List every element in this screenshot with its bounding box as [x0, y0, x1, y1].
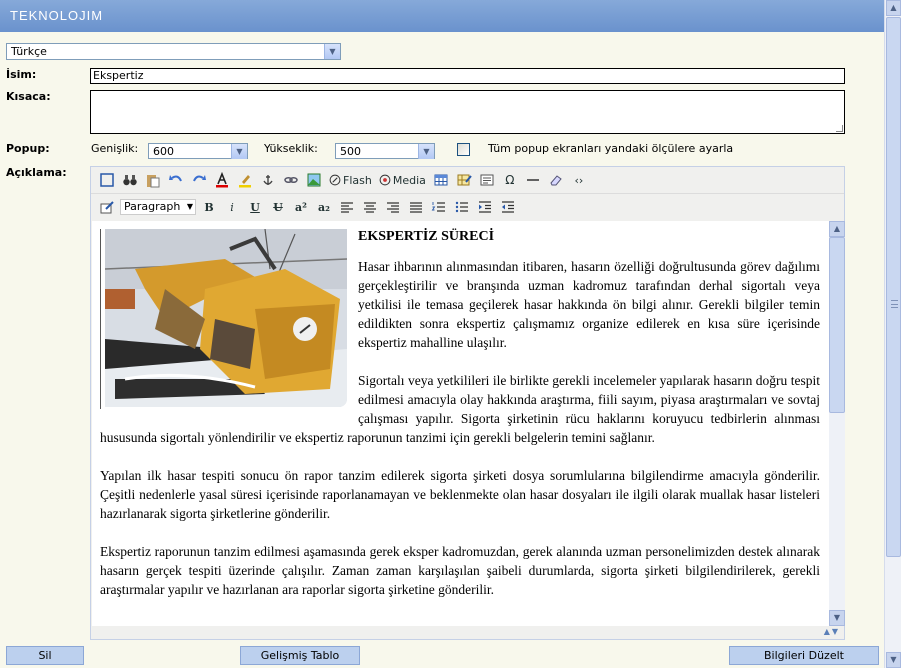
align-left-icon[interactable]	[337, 197, 357, 217]
width-select[interactable]: 600 ▼	[148, 143, 248, 159]
name-label: İsim:	[6, 68, 37, 81]
page-scrollbar[interactable]: ▲ ▼	[884, 0, 901, 668]
rich-text-editor: Flash Media Ω ‹› Paragraph ▼ B i U U a² …	[90, 166, 845, 640]
omega-icon[interactable]: Ω	[500, 170, 520, 190]
update-button[interactable]: Bilgileri Düzelt	[729, 646, 879, 665]
media-button[interactable]: Media	[377, 170, 428, 190]
style-edit-icon[interactable]	[97, 197, 117, 217]
popup-label: Popup:	[6, 142, 50, 155]
select-all-icon[interactable]	[97, 170, 117, 190]
undo-icon[interactable]	[166, 170, 186, 190]
language-select[interactable]: Türkçe ▼	[6, 43, 341, 60]
align-right-icon[interactable]	[383, 197, 403, 217]
resize-handle-icon[interactable]	[836, 125, 843, 132]
height-select[interactable]: 500 ▼	[335, 143, 435, 159]
flash-button[interactable]: Flash	[327, 170, 374, 190]
bullet-list-icon[interactable]	[452, 197, 472, 217]
excavator-photo	[100, 229, 348, 409]
summary-textarea[interactable]	[90, 90, 845, 134]
subscript-button[interactable]: a₂	[314, 197, 334, 217]
chevron-down-icon[interactable]: ▼	[231, 144, 247, 159]
height-value: 500	[340, 145, 361, 158]
summary-label: Kısaca:	[6, 90, 51, 103]
bold-button[interactable]: B	[199, 197, 219, 217]
image-icon[interactable]	[304, 170, 324, 190]
underline-button[interactable]: U	[245, 197, 265, 217]
anchor-icon[interactable]	[258, 170, 278, 190]
scroll-down-icon[interactable]: ▼	[886, 652, 901, 668]
paragraph-format-value: Paragraph	[124, 200, 181, 213]
content-paragraph: Yapılan ilk hasar tespiti sonucu ön rapo…	[100, 468, 820, 521]
ordered-list-icon[interactable]	[429, 197, 449, 217]
delete-button[interactable]: Sil	[6, 646, 84, 665]
chevron-down-icon[interactable]: ▼	[418, 144, 434, 159]
apply-all-label: Tüm popup ekranları yandaki ölçülere aya…	[488, 142, 734, 155]
paragraph-format-select[interactable]: Paragraph ▼	[120, 199, 196, 215]
align-center-icon[interactable]	[360, 197, 380, 217]
superscript-button[interactable]: a²	[291, 197, 311, 217]
description-label: Açıklama:	[6, 166, 67, 179]
strikethrough-button[interactable]: U	[268, 197, 288, 217]
table-icon[interactable]	[431, 170, 451, 190]
table-edit-icon[interactable]	[454, 170, 474, 190]
paste-icon[interactable]	[143, 170, 163, 190]
redo-icon[interactable]	[189, 170, 209, 190]
code-icon[interactable]: ‹›	[569, 170, 589, 190]
template-icon[interactable]	[477, 170, 497, 190]
text-color-icon[interactable]	[212, 170, 232, 190]
scroll-up-icon[interactable]: ▲	[886, 0, 901, 16]
scroll-thumb[interactable]	[886, 17, 901, 557]
flash-label: Flash	[343, 173, 372, 187]
editor-toolbar-top: Flash Media Ω ‹›	[91, 167, 844, 193]
highlight-icon[interactable]	[235, 170, 255, 190]
header-bar: TEKNOLOJIM	[0, 0, 884, 32]
scroll-up-icon[interactable]: ▲	[829, 221, 845, 237]
link-icon[interactable]	[281, 170, 301, 190]
editor-toolbar-bottom: Paragraph ▼ B i U U a² a₂	[91, 194, 844, 220]
editor-content[interactable]: EKSPERTİZ SÜRECİ Hasar ihbarının alınmas…	[92, 221, 829, 626]
width-value: 600	[153, 145, 174, 158]
eraser-icon[interactable]	[546, 170, 566, 190]
app-logo: TEKNOLOJIM	[10, 8, 104, 23]
indent-icon[interactable]	[475, 197, 495, 217]
outdent-icon[interactable]	[498, 197, 518, 217]
scroll-down-icon[interactable]: ▼	[829, 610, 845, 626]
editor-scrollbar[interactable]: ▲ ▼	[829, 221, 845, 626]
editor-statusbar: ▲▼	[91, 626, 844, 639]
media-label: Media	[392, 173, 426, 187]
language-selected: Türkçe	[11, 45, 47, 58]
name-input[interactable]: Ekspertiz	[90, 68, 845, 84]
horizontal-rule-icon[interactable]	[523, 170, 543, 190]
advanced-table-button[interactable]: Gelişmiş Tablo	[240, 646, 360, 665]
width-label: Genişlik:	[91, 142, 139, 155]
italic-button[interactable]: i	[222, 197, 242, 217]
grip-icon	[891, 300, 898, 308]
chevron-down-icon[interactable]: ▼	[324, 44, 340, 59]
align-justify-icon[interactable]	[406, 197, 426, 217]
content-paragraph: Ekspertiz raporunun tanzim edilmesi aşam…	[100, 544, 820, 597]
resize-arrows-icon[interactable]: ▲▼	[824, 627, 840, 636]
chevron-down-icon[interactable]: ▼	[185, 200, 195, 214]
apply-all-checkbox[interactable]	[457, 143, 470, 156]
scroll-thumb[interactable]	[829, 237, 845, 413]
binoculars-icon[interactable]	[120, 170, 140, 190]
height-label: Yükseklik:	[264, 142, 318, 155]
